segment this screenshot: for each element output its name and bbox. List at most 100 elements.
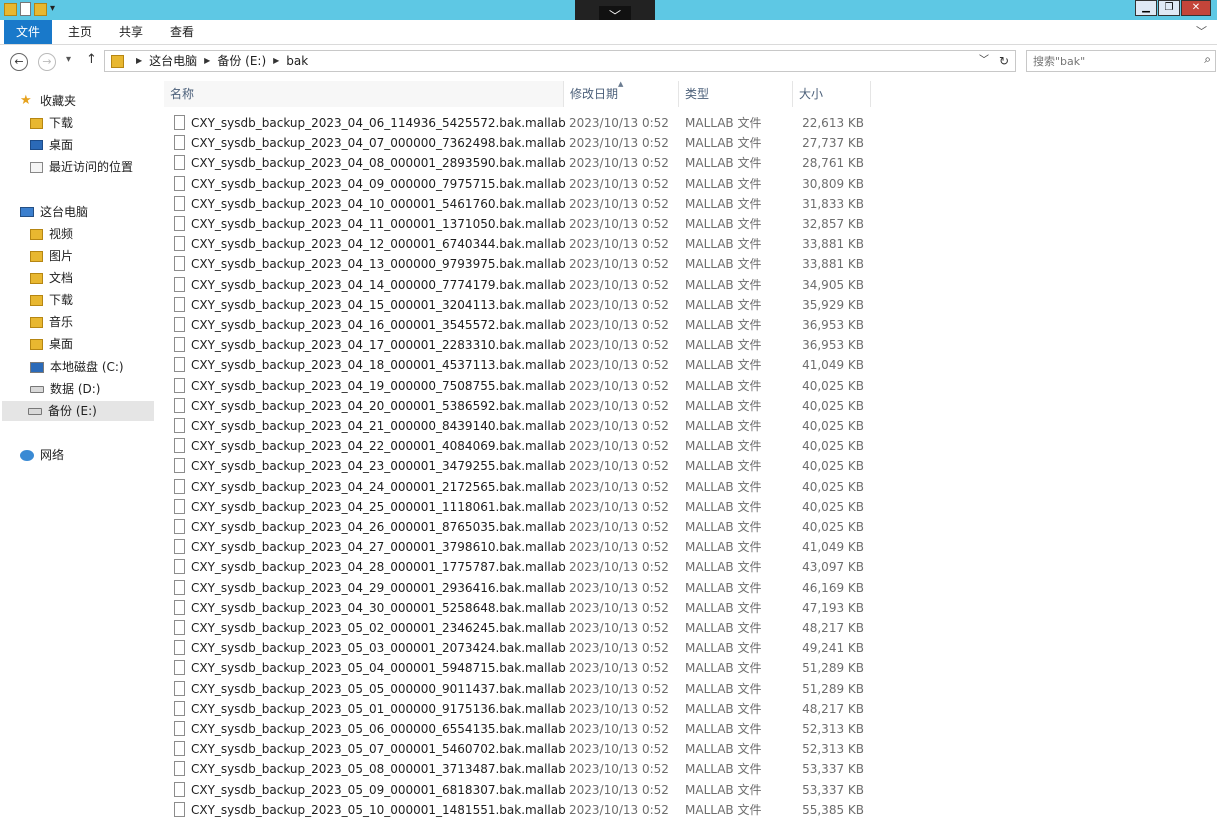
back-button[interactable]: ← <box>10 53 28 71</box>
file-row[interactable]: CXY_sysdb_backup_2023_05_01_000000_91751… <box>166 699 880 719</box>
file-row[interactable]: CXY_sysdb_backup_2023_04_11_000001_13710… <box>166 214 880 234</box>
search-icon[interactable]: ⌕ <box>1204 52 1211 67</box>
column-header-size[interactable]: 大小 <box>793 81 871 107</box>
tab-view[interactable]: 查看 <box>170 20 194 44</box>
breadcrumb-drive-e[interactable]: 备份 (E:) <box>217 51 266 71</box>
breadcrumb-separator-icon[interactable]: ▶ <box>273 51 279 71</box>
file-row[interactable]: CXY_sysdb_backup_2023_04_29_000001_29364… <box>166 578 880 598</box>
sidebar-item-drive-c[interactable]: 本地磁盘 (C:) <box>30 357 124 377</box>
file-row[interactable]: CXY_sysdb_backup_2023_04_07_000000_73624… <box>166 133 880 153</box>
file-row[interactable]: CXY_sysdb_backup_2023_04_15_000001_32041… <box>166 295 880 315</box>
file-row[interactable]: CXY_sysdb_backup_2023_04_19_000000_75087… <box>166 376 880 396</box>
column-header-type[interactable]: 类型 <box>679 81 793 107</box>
tab-share[interactable]: 共享 <box>119 20 143 44</box>
address-bar[interactable]: ▶ 这台电脑 ▶ 备份 (E:) ▶ bak ﹀ ↻ <box>104 50 1016 72</box>
sidebar-item-drive-e[interactable]: 备份 (E:) <box>2 401 154 421</box>
ribbon-tabs: 文件 主页 共享 查看 ﹀ <box>0 20 1217 45</box>
file-row[interactable]: CXY_sysdb_backup_2023_05_05_000000_90114… <box>166 679 880 699</box>
folder-icon[interactable] <box>4 2 17 16</box>
file-row[interactable]: CXY_sysdb_backup_2023_04_25_000001_11180… <box>166 497 880 517</box>
star-icon: ★ <box>20 93 32 108</box>
file-row[interactable]: CXY_sysdb_backup_2023_05_04_000001_59487… <box>166 658 880 678</box>
new-folder-icon[interactable] <box>34 2 47 16</box>
breadcrumb-this-pc[interactable]: 这台电脑 <box>149 51 197 71</box>
sidebar-item-recent-places[interactable]: 最近访问的位置 <box>30 157 133 177</box>
customize-toolbar-icon[interactable]: ▾ <box>50 2 55 16</box>
sidebar-item-network[interactable]: 网络 <box>20 445 64 465</box>
sidebar-item-music[interactable]: 音乐 <box>30 312 73 332</box>
file-type: MALLAB 文件 <box>685 297 762 312</box>
close-button[interactable]: ✕ <box>1181 0 1211 16</box>
file-row[interactable]: CXY_sysdb_backup_2023_04_24_000001_21725… <box>166 477 880 497</box>
file-row[interactable]: CXY_sysdb_backup_2023_04_10_000001_54617… <box>166 194 880 214</box>
file-row[interactable]: CXY_sysdb_backup_2023_05_02_000001_23462… <box>166 618 880 638</box>
file-row[interactable]: CXY_sysdb_backup_2023_04_18_000001_45371… <box>166 355 880 375</box>
file-row[interactable]: CXY_sysdb_backup_2023_05_08_000001_37134… <box>166 759 880 779</box>
file-icon <box>174 418 185 433</box>
search-input[interactable] <box>1033 53 1193 69</box>
sidebar-item-desktop[interactable]: 桌面 <box>30 135 73 155</box>
file-name: CXY_sysdb_backup_2023_04_07_000000_73624… <box>191 136 566 151</box>
file-row[interactable]: CXY_sysdb_backup_2023_04_08_000001_28935… <box>166 153 880 173</box>
file-row[interactable]: CXY_sysdb_backup_2023_04_26_000001_87650… <box>166 517 880 537</box>
expand-ribbon-icon[interactable]: ﹀ <box>1196 20 1207 44</box>
address-dropdown-icon[interactable]: ﹀ <box>979 51 989 71</box>
search-box[interactable]: ⌕ <box>1026 50 1216 72</box>
sidebar-item-downloads[interactable]: 下载 <box>30 113 73 133</box>
file-row[interactable]: CXY_sysdb_backup_2023_04_12_000001_67403… <box>166 234 880 254</box>
file-row[interactable]: CXY_sysdb_backup_2023_04_28_000001_17757… <box>166 557 880 577</box>
file-row[interactable]: CXY_sysdb_backup_2023_04_17_000001_22833… <box>166 335 880 355</box>
up-button[interactable]: ↑ <box>86 52 97 67</box>
file-row[interactable]: CXY_sysdb_backup_2023_05_07_000001_54607… <box>166 739 880 759</box>
maximize-button[interactable]: ❐ <box>1158 0 1180 16</box>
sidebar-item-desktop-pc[interactable]: 桌面 <box>30 334 73 354</box>
breadcrumb: ▶ 这台电脑 ▶ 备份 (E:) ▶ bak <box>129 51 308 71</box>
sidebar-item-label: 最近访问的位置 <box>49 160 134 174</box>
file-row[interactable]: CXY_sysdb_backup_2023_04_16_000001_35455… <box>166 315 880 335</box>
file-icon <box>174 721 185 736</box>
file-size: 40,025 KB <box>802 459 864 474</box>
file-row[interactable]: CXY_sysdb_backup_2023_05_06_000000_65541… <box>166 719 880 739</box>
sidebar-item-documents[interactable]: 文档 <box>30 268 73 288</box>
file-row[interactable]: CXY_sysdb_backup_2023_04_06_114936_54255… <box>166 113 880 133</box>
file-row[interactable]: CXY_sysdb_backup_2023_05_09_000001_68183… <box>166 780 880 800</box>
file-row[interactable]: CXY_sysdb_backup_2023_05_10_000001_14815… <box>166 800 880 820</box>
window-controls: ▁ ❐ ✕ <box>1135 0 1211 16</box>
file-row[interactable]: CXY_sysdb_backup_2023_04_27_000001_37986… <box>166 537 880 557</box>
tab-file[interactable]: 文件 <box>4 20 52 44</box>
file-name: CXY_sysdb_backup_2023_04_09_000000_79757… <box>191 176 566 191</box>
properties-icon[interactable] <box>20 2 31 16</box>
file-type: MALLAB 文件 <box>685 176 762 191</box>
sidebar-item-favorites[interactable]: ★ 收藏夹 <box>20 91 76 111</box>
breadcrumb-bak[interactable]: bak <box>286 51 308 71</box>
sidebar-item-this-pc[interactable]: 这台电脑 <box>20 202 88 222</box>
file-row[interactable]: CXY_sysdb_backup_2023_04_22_000001_40840… <box>166 436 880 456</box>
file-row[interactable]: CXY_sysdb_backup_2023_04_21_000000_84391… <box>166 416 880 436</box>
minimize-button[interactable]: ▁ <box>1135 0 1157 16</box>
file-size: 55,385 KB <box>802 802 864 817</box>
breadcrumb-separator-icon[interactable]: ▶ <box>136 51 142 71</box>
file-row[interactable]: CXY_sysdb_backup_2023_04_23_000001_34792… <box>166 456 880 476</box>
forward-button[interactable]: → <box>38 53 56 71</box>
sidebar-item-videos[interactable]: 视频 <box>30 224 73 244</box>
sidebar-item-drive-d[interactable]: 数据 (D:) <box>30 379 100 399</box>
file-modified-date: 2023/10/13 0:52 <box>569 600 669 615</box>
file-row[interactable]: CXY_sysdb_backup_2023_04_20_000001_53865… <box>166 396 880 416</box>
file-modified-date: 2023/10/13 0:52 <box>569 782 669 797</box>
file-row[interactable]: CXY_sysdb_backup_2023_04_09_000000_79757… <box>166 174 880 194</box>
file-name: CXY_sysdb_backup_2023_04_11_000001_13710… <box>191 217 566 231</box>
file-row[interactable]: CXY_sysdb_backup_2023_05_03_000001_20734… <box>166 638 880 658</box>
breadcrumb-separator-icon[interactable]: ▶ <box>204 51 210 71</box>
refresh-icon[interactable]: ↻ <box>999 51 1009 71</box>
file-name: CXY_sysdb_backup_2023_05_09_000001_68183… <box>191 782 566 797</box>
tab-home[interactable]: 主页 <box>68 20 92 44</box>
file-modified-date: 2023/10/13 0:52 <box>569 398 669 413</box>
file-row[interactable]: CXY_sysdb_backup_2023_04_30_000001_52586… <box>166 598 880 618</box>
file-row[interactable]: CXY_sysdb_backup_2023_04_13_000000_97939… <box>166 254 880 274</box>
column-header-name[interactable]: 名称 <box>164 81 564 107</box>
file-row[interactable]: CXY_sysdb_backup_2023_04_14_000000_77741… <box>166 275 880 295</box>
recent-locations-icon[interactable]: ▾ <box>66 54 71 65</box>
sidebar-item-downloads-pc[interactable]: 下载 <box>30 290 73 310</box>
recent-places-icon <box>30 161 43 173</box>
sidebar-item-pictures[interactable]: 图片 <box>30 246 73 266</box>
